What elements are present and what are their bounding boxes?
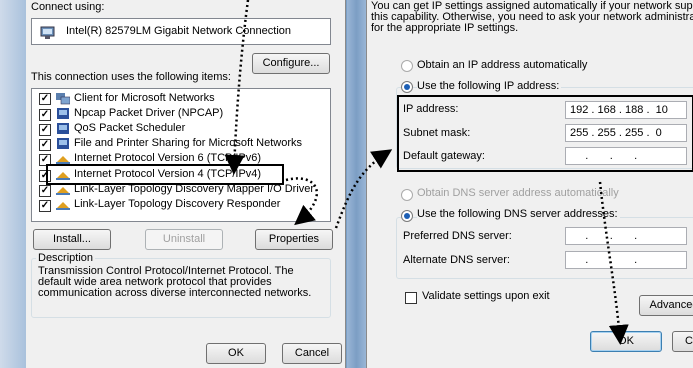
arrow-to-properties-button [285,177,318,226]
arrow-to-ip-settings [334,149,393,229]
arrow-to-ok-button [598,181,629,345]
annotation-arrows [224,0,629,345]
arrow-to-ipv4-item [224,0,250,175]
